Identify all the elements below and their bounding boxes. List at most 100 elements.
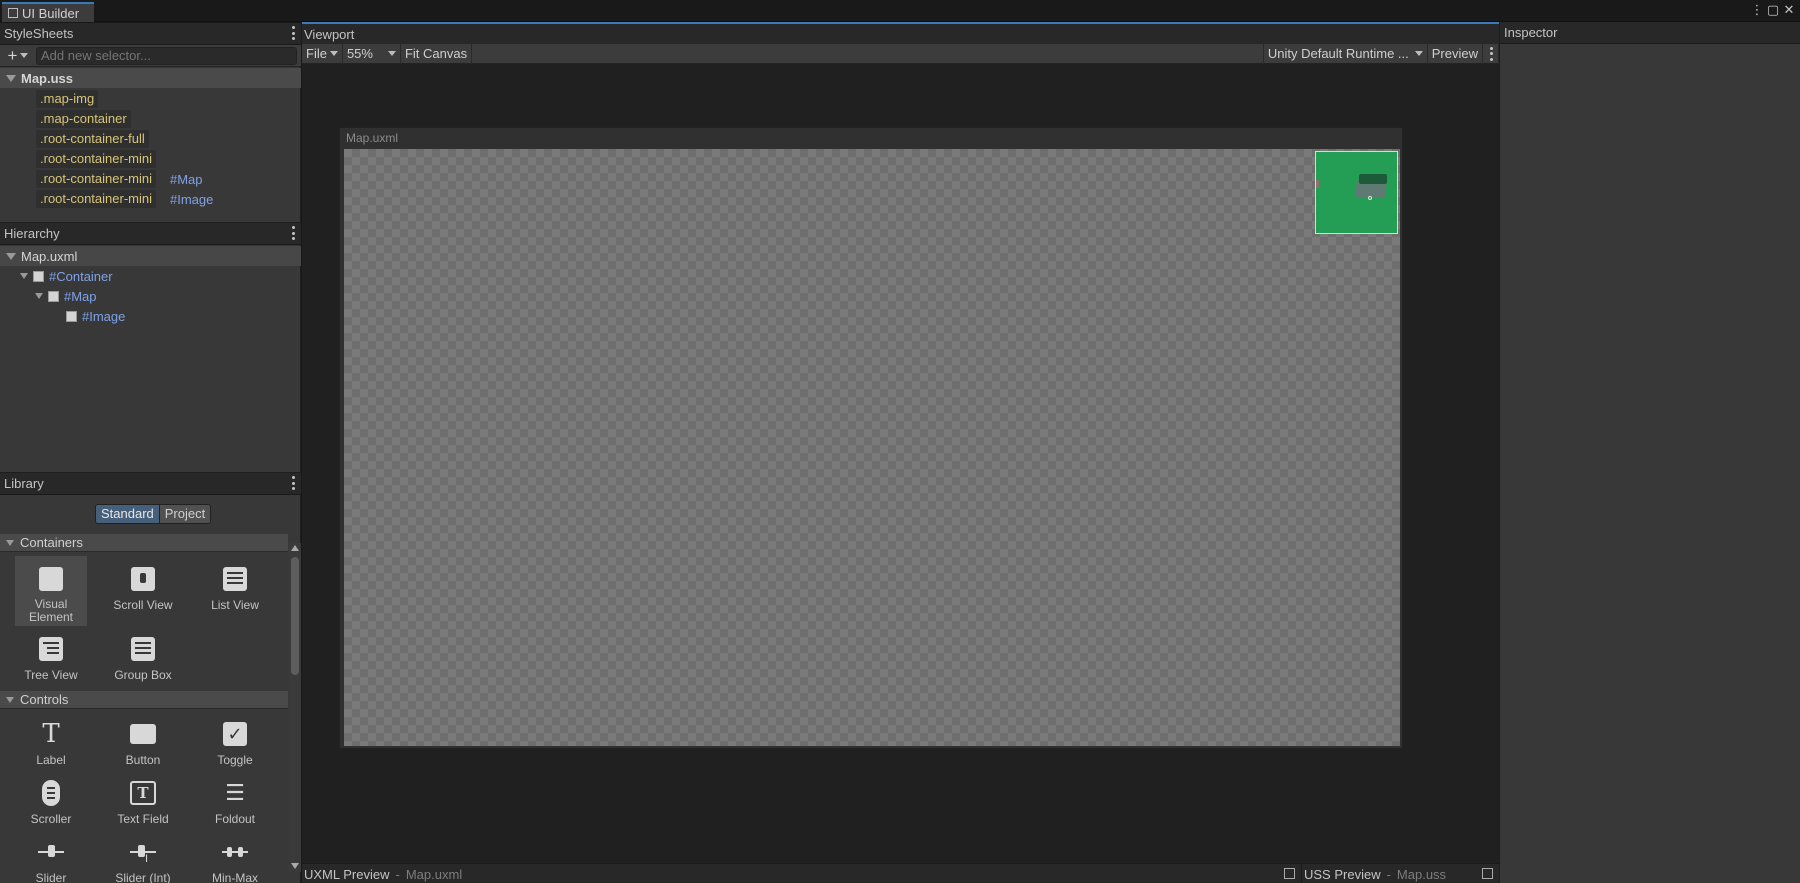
slider-int-icon: I [130,839,156,865]
fit-canvas-label: Fit Canvas [404,46,468,61]
stylesheets-menu-icon[interactable] [291,26,295,40]
library-item-slider[interactable]: Slider [15,829,87,883]
library-item-button[interactable]: Button [107,711,179,769]
preview-label: Preview [1431,46,1478,61]
tab-standard[interactable]: Standard [96,505,160,523]
uss-preview-label: USS Preview [1304,867,1381,882]
scroll-down-icon[interactable] [291,863,299,869]
hierarchy-node[interactable]: #Image [66,306,125,326]
close-icon[interactable]: ✕ [1782,2,1796,18]
fit-canvas-button[interactable]: Fit Canvas [401,43,473,64]
selector-row[interactable]: .root-container-mini #Map [36,169,203,189]
library-item-group-box[interactable]: Group Box [107,626,179,696]
button-icon [130,721,156,747]
viewport-header: Viewport [302,24,1499,44]
category-label: Controls [20,692,69,707]
expand-arrow-icon[interactable] [6,252,16,260]
inspector-title: Inspector [1504,25,1558,40]
selector-row[interactable]: .map-img [36,89,99,109]
library-item-slider-int[interactable]: I Slider (Int) [107,829,179,883]
library-scroll-thumb[interactable] [291,557,299,675]
inspector-header: Inspector [1500,22,1800,44]
add-stylesheet-button[interactable]: + [0,45,36,67]
preview-bar: UXML Preview - Map.uxml USS Preview - Ma… [302,863,1499,883]
zoom-dropdown[interactable]: 55% [343,43,401,64]
expand-arrow-icon[interactable] [6,696,14,703]
library-item-visual-element[interactable]: Visual Element [15,556,87,626]
selector-row[interactable]: .root-container-mini #Image [36,189,213,209]
selector-row[interactable]: .root-container-mini [36,149,156,169]
library-item-tree-view[interactable]: Tree View [15,626,87,696]
hierarchy-node[interactable]: #Container [20,266,113,286]
hierarchy-node[interactable]: #Map [35,286,97,306]
separator: - [395,867,400,882]
selector-name: .root-container-mini [36,150,156,168]
library-category-containers[interactable]: Containers [0,534,288,552]
tab-title: UI Builder [22,5,80,21]
library-menu-icon[interactable] [291,476,295,490]
scroller-icon [38,780,64,806]
expand-arrow-icon[interactable] [6,74,16,82]
uss-preview-tab[interactable]: USS Preview - Map.uss [1302,864,1499,883]
image-element-icon [66,310,77,322]
canvas-area[interactable] [344,149,1400,746]
selector-name: .map-img [36,90,99,108]
map-building-shadow [1359,174,1387,184]
stylesheets-toolbar: + [0,45,301,67]
stylesheets-panel: StyleSheets + Map.uss .map-img .map-cont… [0,23,301,222]
expand-arrow-icon[interactable] [35,293,43,299]
library-item-label: Scroll View [113,598,173,612]
file-menu-button[interactable]: File [302,43,343,64]
library-item-scroll-view[interactable]: Scroll View [107,556,179,626]
library-item-label[interactable]: T Label [15,711,87,769]
hierarchy-node-label: #Container [49,268,113,284]
popout-icon[interactable] [1482,867,1493,879]
viewport-panel: Viewport File 55% Fit Canvas Unity Defau… [302,22,1499,883]
visual-element-icon [33,270,44,282]
hierarchy-menu-icon[interactable] [291,226,295,240]
canvas-title[interactable]: Map.uxml [346,131,398,145]
map-marker-icon [1368,196,1372,200]
selector-name: .root-container-mini [36,170,156,188]
plus-icon: + [7,45,18,65]
tab-ui-builder[interactable]: UI Builder [2,2,94,22]
library-item-toggle[interactable]: ✓ Toggle [199,711,271,769]
uxml-preview-tab[interactable]: UXML Preview - Map.uxml [302,863,1302,883]
library-item-text-field[interactable]: T Text Field [107,770,179,828]
library-scrollbar[interactable] [289,543,301,872]
add-selector-input[interactable] [36,46,297,65]
map-edge-marker [1316,180,1319,188]
theme-dropdown[interactable]: Unity Default Runtime ... [1262,43,1428,64]
library-item-label: Label [36,753,66,767]
visual-element-icon [38,566,64,592]
preview-toggle[interactable]: Preview [1428,43,1483,64]
library-item-foldout[interactable]: ☰ Foldout [199,770,271,828]
popout-icon[interactable] [1284,867,1295,879]
library-item-label: Scroller [30,812,72,826]
maximize-icon[interactable]: ▢ [1766,2,1780,18]
map-image-element[interactable] [1315,151,1398,234]
expand-arrow-icon[interactable] [6,539,14,546]
list-view-icon [222,566,248,592]
theme-value: Unity Default Runtime ... [1267,46,1409,61]
stylesheets-header: StyleSheets [0,23,301,45]
library-item-label: Group Box [114,668,172,682]
viewport-menu-icon[interactable] [1483,43,1499,64]
expand-arrow-icon[interactable] [20,273,28,279]
scroll-up-icon[interactable] [291,545,299,551]
tab-project[interactable]: Project [159,505,211,523]
selector-row[interactable]: .root-container-full [36,129,149,149]
library-item-list-view[interactable]: List View [199,556,271,626]
window-menu-icon[interactable]: ⋮ [1750,2,1764,18]
scroll-view-icon [130,566,156,592]
library-item-label: Tree View [24,668,78,682]
library-item-scroller[interactable]: Scroller [15,770,87,828]
library-category-controls[interactable]: Controls [0,691,288,709]
selector-element-ref: #Map [170,171,203,187]
selector-row[interactable]: .map-container [36,109,131,129]
stylesheet-file-name: Map.uss [21,70,74,86]
chevron-down-icon [20,53,29,58]
hierarchy-document-row[interactable]: Map.uxml [0,246,301,266]
stylesheet-file-row[interactable]: Map.uss [0,68,301,88]
library-item-min-max-slider[interactable]: Min-Max [199,829,271,883]
